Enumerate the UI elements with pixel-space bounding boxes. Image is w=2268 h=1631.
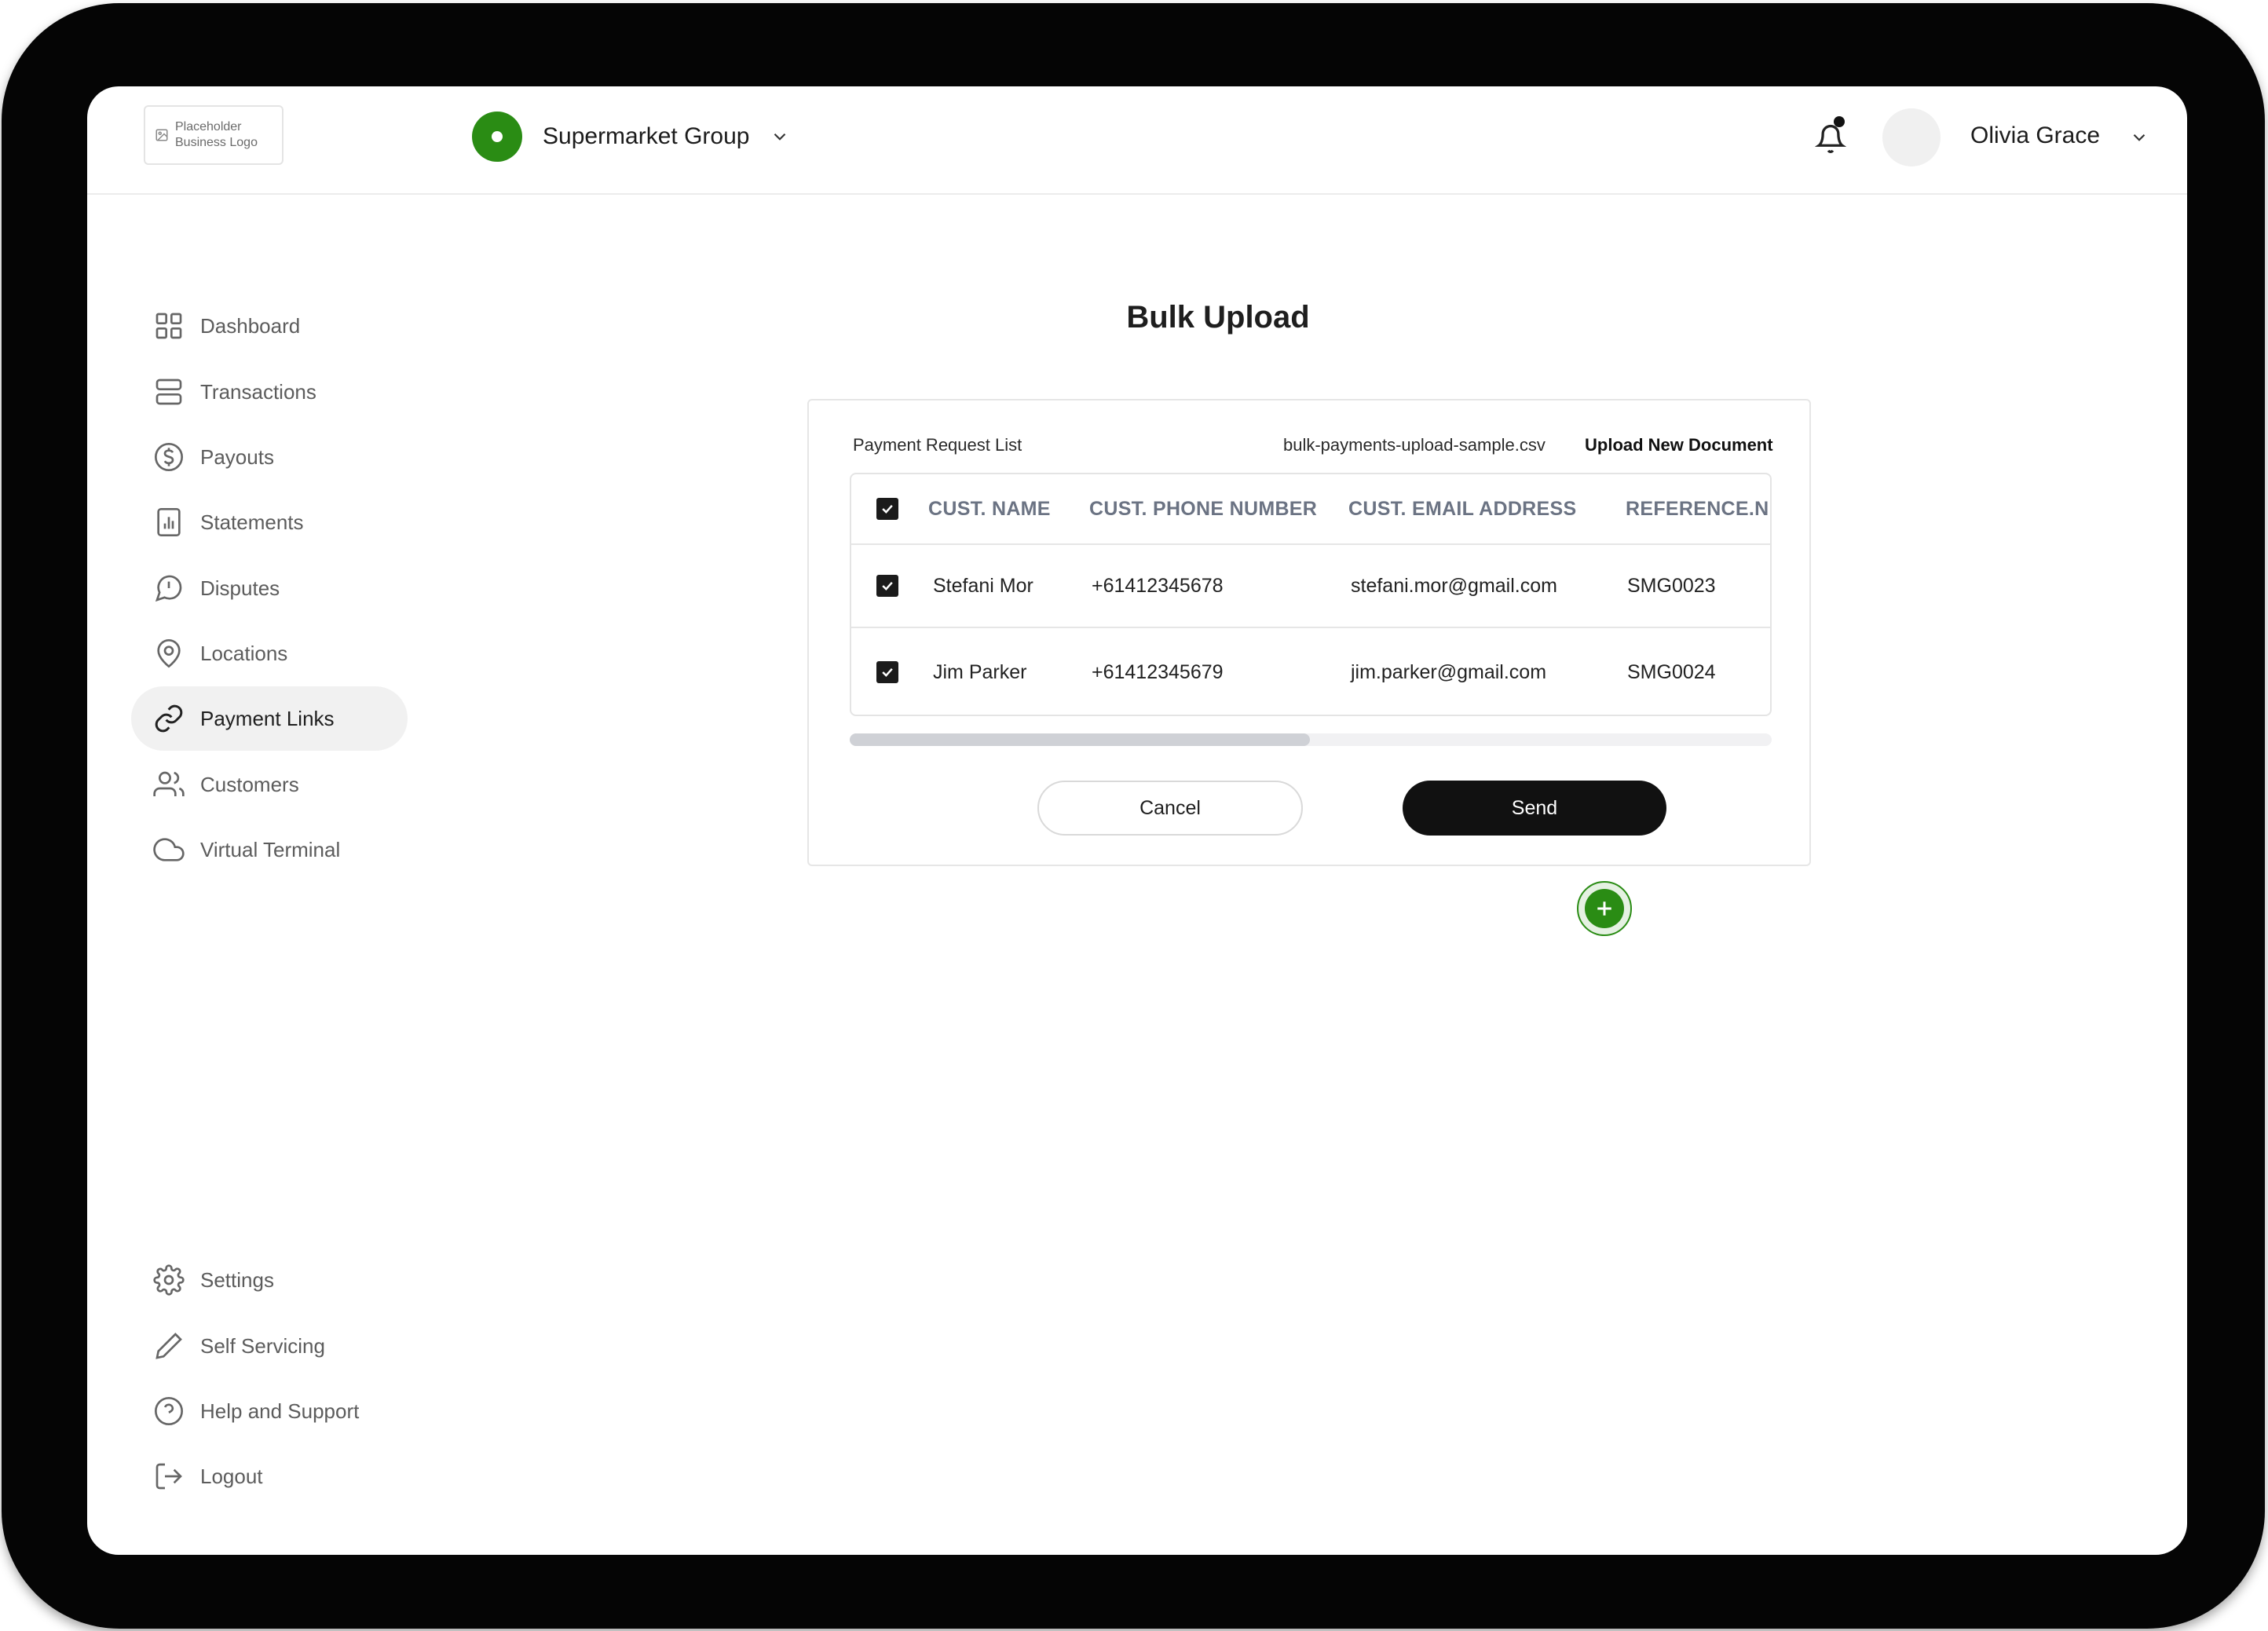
sidebar-item-label: Locations [200,641,288,665]
sidebar-item-self-servicing[interactable]: Self Servicing [131,1314,408,1378]
sidebar-item-label: Customers [200,772,299,796]
notification-dot [1834,116,1845,127]
gear-icon [153,1264,185,1296]
org-name: Supermarket Group [543,123,750,149]
user-name[interactable]: Olivia Grace [1970,123,2100,149]
horizontal-scrollbar[interactable] [850,733,1772,746]
image-placeholder-icon [155,129,168,141]
sidebar-item-logout[interactable]: Logout [131,1444,408,1508]
sidebar-item-settings[interactable]: Settings [131,1248,408,1312]
help-circle-icon [155,1397,183,1425]
logout-icon [155,1463,182,1490]
table-header-row: CUST. NAME CUST. PHONE NUMBER CUST. EMAI… [851,474,1770,545]
sidebar-item-statements[interactable]: Statements [131,490,408,554]
cust-name-cell: Stefani Mor [933,574,1033,597]
sidebar-item-customers[interactable]: Customers [131,752,408,817]
cust-name-cell: Jim Parker [933,660,1027,683]
logo-text: Placeholder Business Logo [175,120,258,149]
dollar-circle-icon [155,443,183,471]
org-switcher[interactable]: Supermarket Group [472,112,790,162]
grid-icon [155,313,182,339]
sidebar-item-label: Transactions [200,379,316,404]
sidebar-item-label: Virtual Terminal [200,837,341,861]
map-pin-icon [157,639,181,668]
checkbox-checked-icon [876,575,898,597]
cust-email-cell: jim.parker@gmail.com [1351,660,1547,683]
sidebar-item-locations[interactable]: Locations [131,621,408,686]
plus-icon [1585,889,1624,928]
page-title: Bulk Upload [1126,300,1310,335]
touch-cursor-icon [1577,881,1632,936]
sidebar-item-label: Logout [200,1464,263,1488]
checkbox-checked-icon [876,498,898,520]
avatar[interactable] [1882,108,1941,166]
cust-phone-cell: +61412345679 [1092,660,1224,683]
sidebar-item-label: Payment Links [200,706,335,730]
sidebar-item-dashboard[interactable]: Dashboard [131,294,408,358]
upload-new-document-link[interactable]: Upload New Document [1585,435,1773,455]
sidebar-item-help-and-support[interactable]: Help and Support [131,1379,408,1443]
table-row: Jim Parker +61412345679 jim.parker@gmail… [851,628,1770,715]
chevron-down-icon [774,133,786,141]
cloud-icon [153,838,185,861]
row-checkbox[interactable] [876,545,898,627]
top-header: Placeholder Business Logo Supermarket Gr… [87,86,2187,195]
reference-cell: SMG0024 [1627,660,1716,683]
checkbox-checked-icon [876,661,898,683]
sidebar-item-disputes[interactable]: Disputes [131,556,408,620]
transactions-icon [155,378,182,405]
sidebar-item-label: Self Servicing [200,1333,325,1358]
select-all-checkbox[interactable] [876,474,898,543]
tablet-frame: Placeholder Business Logo Supermarket Gr… [2,3,2265,1629]
reference-cell: SMG0023 [1627,574,1716,597]
bar-chart-icon [157,508,181,536]
scrollbar-thumb[interactable] [850,733,1310,746]
table-row: Stefani Mor +61412345678 stefani.mor@gma… [851,545,1770,628]
cancel-button[interactable]: Cancel [1037,781,1303,836]
sidebar-item-label: Disputes [200,576,280,600]
sidebar-item-payouts[interactable]: Payouts [131,425,408,489]
sidebar-item-label: Dashboard [200,313,301,338]
cust-email-cell: stefani.mor@gmail.com [1351,574,1557,597]
sidebar-item-payment-links[interactable]: Payment Links [131,686,408,751]
app-screen: Placeholder Business Logo Supermarket Gr… [87,86,2187,1555]
column-header[interactable]: CUST. EMAIL ADDRESS [1348,474,1576,543]
bulk-upload-card: Payment Request List bulk-payments-uploa… [807,399,1811,866]
send-button[interactable]: Send [1403,781,1666,836]
sidebar-item-label: Help and Support [200,1399,360,1423]
users-icon [153,771,185,796]
sidebar-item-transactions[interactable]: Transactions [131,360,408,424]
cust-phone-cell: +61412345678 [1092,574,1224,597]
stage: Placeholder Business Logo Supermarket Gr… [0,0,2268,1631]
file-name: bulk-payments-upload-sample.csv [1283,435,1546,455]
row-checkbox[interactable] [876,628,898,715]
sidebar-item-label: Statements [200,510,304,534]
pencil-icon [155,1333,182,1359]
alert-message-icon [155,575,182,602]
column-header[interactable]: CUST. NAME [928,474,1051,543]
column-header[interactable]: CUST. PHONE NUMBER [1089,474,1317,543]
sidebar-item-label: Payouts [200,444,274,469]
payment-request-table: CUST. NAME CUST. PHONE NUMBER CUST. EMAI… [850,473,1772,716]
link-icon [155,704,183,733]
sidebar-item-virtual-terminal[interactable]: Virtual Terminal [131,817,408,882]
chevron-down-icon[interactable] [2129,127,2149,148]
column-header[interactable]: REFERENCE.N [1626,474,1769,543]
org-avatar-icon [472,112,522,162]
business-logo[interactable]: Placeholder Business Logo [144,105,284,165]
card-label: Payment Request List [853,435,1022,455]
sidebar-item-label: Settings [200,1267,274,1292]
